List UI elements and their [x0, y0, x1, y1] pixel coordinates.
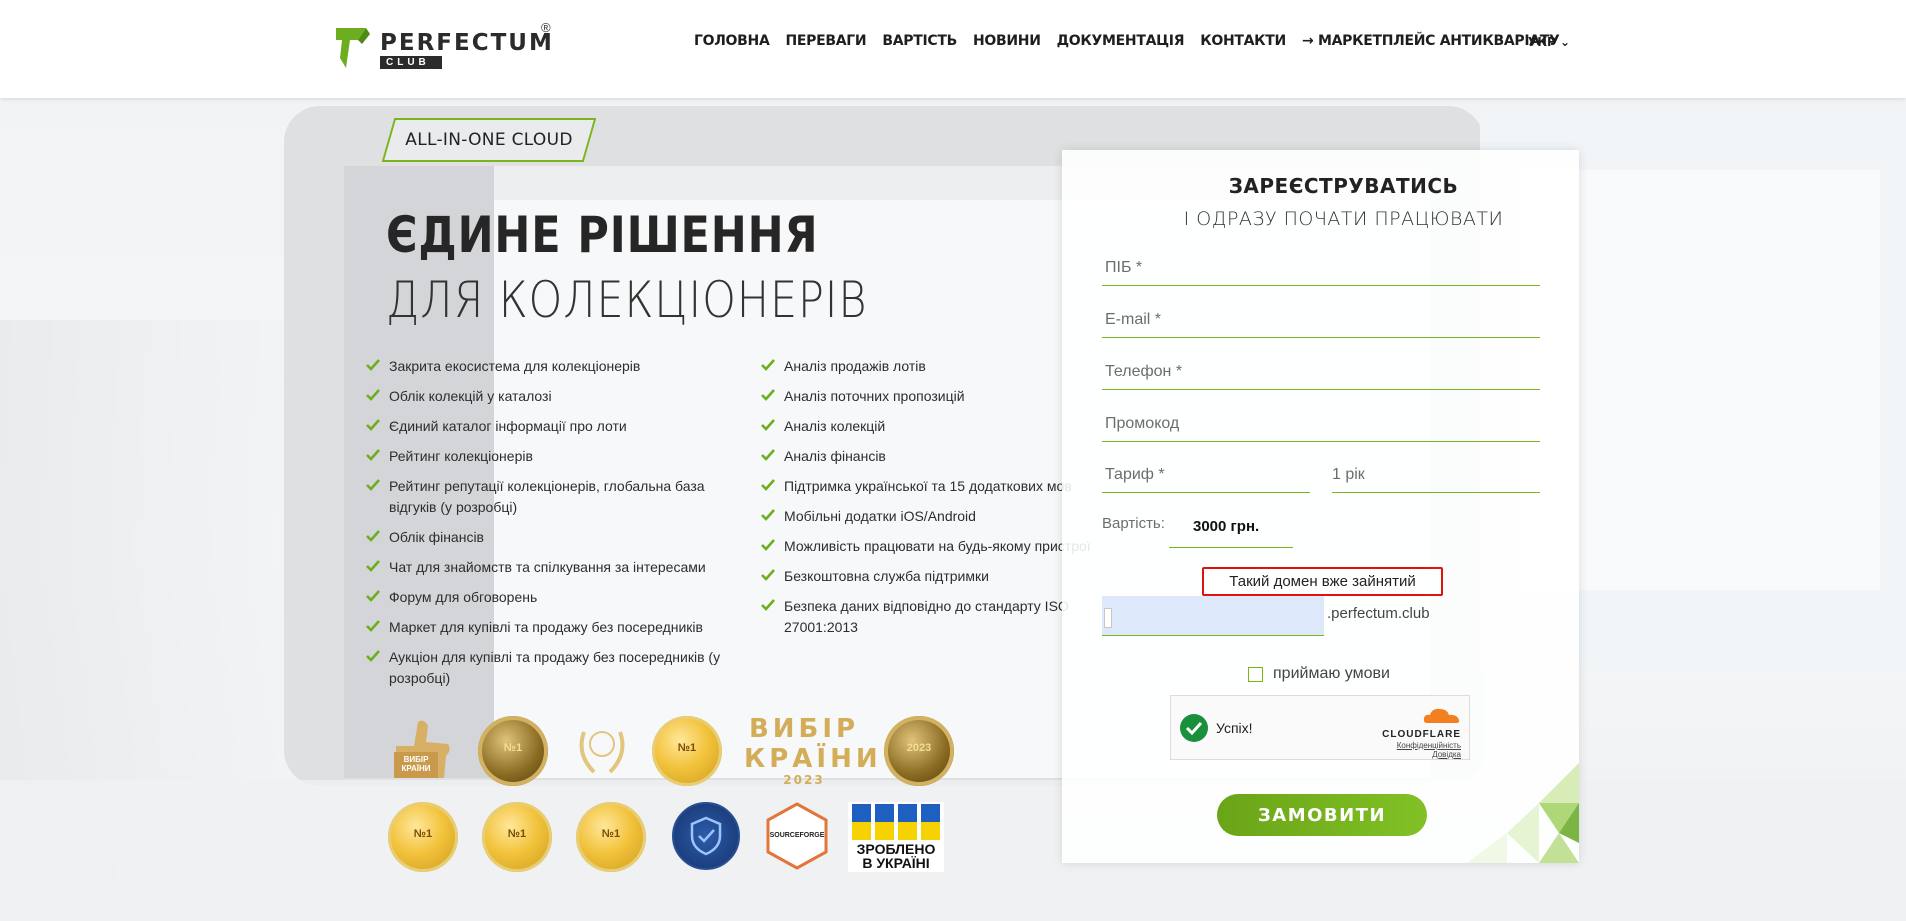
- sourceforge-badge: SOURCEFORGE: [766, 802, 828, 870]
- language-label: УКР: [1528, 35, 1556, 49]
- success-check-icon: [1180, 714, 1208, 742]
- phone-field[interactable]: [1102, 354, 1540, 389]
- captcha-help-link[interactable]: Довідка: [1382, 750, 1461, 759]
- period-field-wrap: [1332, 457, 1540, 493]
- nav-home[interactable]: ГОЛОВНА: [694, 33, 770, 53]
- terms-checkbox[interactable]: [1248, 666, 1263, 682]
- email-field-wrap: [1102, 302, 1540, 338]
- terms-label: приймаю умови: [1273, 665, 1390, 682]
- award-medal: №1: [652, 716, 722, 786]
- nav-news[interactable]: НОВИНИ: [973, 33, 1041, 53]
- check-icon: [761, 389, 775, 401]
- phone-field-wrap: [1102, 354, 1540, 390]
- price-value: 3000 грн.: [1169, 506, 1293, 548]
- registered-mark: ®: [541, 20, 551, 35]
- registration-form: ЗАРЕЄСТРУВАТИСЬ І ОДРАЗУ ПОЧАТИ ПРАЦЮВАТ…: [1062, 150, 1579, 863]
- domain-input[interactable]: [1102, 596, 1324, 636]
- feature-item: Облік колекцій у каталозі: [365, 386, 735, 407]
- feature-item: Аукціон для купівлі та продажу без посер…: [365, 647, 735, 689]
- period-select[interactable]: [1332, 457, 1540, 492]
- nav-marketplace[interactable]: → МАРКЕТПЛЕЙС АНТИКВАРІАТУ: [1302, 33, 1560, 53]
- language-selector[interactable]: УКР ⌄: [1528, 35, 1570, 49]
- cloudflare-logo: CLOUDFLARE Конфіденційність Довідка: [1382, 706, 1461, 759]
- form-title: ЗАРЕЄСТРУВАТИСЬ: [1228, 174, 1459, 198]
- check-icon: [366, 530, 380, 542]
- cloud-icon: [1423, 708, 1460, 723]
- award-thumb-badge: ВИБІР КРАЇНИ: [388, 716, 454, 784]
- feature-item: Чат для знайомств та спілкування за інте…: [365, 557, 735, 578]
- feature-item: Облік фінансів: [365, 527, 735, 548]
- site-header: PERFECTUM ® CLUB ГОЛОВНА ПЕРЕВАГИ ВАРТІС…: [0, 0, 1906, 98]
- award-medal: №1: [478, 716, 548, 786]
- check-icon: [366, 449, 380, 461]
- logo[interactable]: PERFECTUM ® CLUB: [336, 20, 556, 74]
- chevron-down-icon: ⌄: [1560, 35, 1571, 49]
- logo-text: PERFECTUM: [380, 30, 554, 56]
- logo-mark-icon: [336, 28, 370, 68]
- feature-item: Закрита екосистема для колекціонерів: [365, 356, 735, 377]
- award-thumb-label: ВИБІР КРАЇНИ: [401, 755, 431, 773]
- shield-icon: [672, 802, 740, 870]
- check-icon: [761, 359, 775, 371]
- feature-item: Рейтинг репутації колекціонерів, глобаль…: [365, 476, 735, 518]
- award-medal: №1: [576, 802, 646, 872]
- text-cursor: [1104, 608, 1112, 628]
- terms-checkbox-row[interactable]: приймаю умови: [1248, 665, 1390, 683]
- form-subtitle: І ОДРАЗУ ПОЧАТИ ПРАЦЮВАТИ: [1183, 208, 1504, 230]
- tariff-field-wrap: [1102, 457, 1310, 493]
- award-medal: 2023: [884, 716, 954, 786]
- badge-label: ALL-IN-ONE CLOUD: [405, 130, 573, 150]
- award-medal: №1: [482, 802, 552, 872]
- main-nav: ГОЛОВНА ПЕРЕВАГИ ВАРТІСТЬ НОВИНИ ДОКУМЕН…: [694, 33, 1576, 53]
- check-icon: [761, 479, 775, 491]
- award-medal: №1: [388, 802, 458, 872]
- captcha-status: Успіх!: [1216, 720, 1253, 736]
- check-icon: [761, 419, 775, 431]
- domain-error-message: Такий домен вже зайнятий: [1202, 567, 1443, 596]
- tariff-select[interactable]: [1102, 457, 1310, 492]
- name-field-wrap: [1102, 250, 1540, 286]
- promo-field-wrap: [1102, 406, 1540, 442]
- nav-docs[interactable]: ДОКУМЕНТАЦІЯ: [1057, 33, 1185, 53]
- award-wreath: [572, 714, 632, 788]
- green-triangles-decoration: [1467, 763, 1579, 863]
- feature-item: Форум для обговорень: [365, 587, 735, 608]
- check-icon: [761, 449, 775, 461]
- name-field[interactable]: [1102, 250, 1540, 285]
- price-label: Вартість:: [1102, 515, 1165, 532]
- nav-pricing[interactable]: ВАРТІСТЬ: [882, 33, 957, 53]
- logo-club: CLUB: [380, 56, 442, 69]
- made-in-ukraine-badge: ЗРОБЛЕНО В УКРАЇНІ: [848, 802, 944, 872]
- check-icon: [761, 509, 775, 521]
- check-icon: [366, 359, 380, 371]
- check-icon: [366, 650, 380, 662]
- check-icon: [366, 479, 380, 491]
- award-vybir-krainy: ВИБІР КРАЇНИ 2023: [744, 714, 882, 787]
- check-icon: [366, 419, 380, 431]
- features-list-left: Закрита екосистема для колекціонерів Обл…: [365, 356, 735, 698]
- order-button[interactable]: ЗАМОВИТИ: [1217, 794, 1427, 836]
- feature-item: Єдиний каталог інформації про лоти: [365, 416, 735, 437]
- email-field[interactable]: [1102, 302, 1540, 337]
- captcha-privacy-link[interactable]: Конфіденційність: [1382, 741, 1461, 750]
- check-icon: [366, 389, 380, 401]
- nav-contacts[interactable]: КОНТАКТИ: [1200, 33, 1286, 53]
- promo-field[interactable]: [1102, 406, 1540, 441]
- check-icon: [366, 620, 380, 632]
- check-icon: [366, 590, 380, 602]
- check-icon: [761, 569, 775, 581]
- check-icon: [761, 599, 775, 611]
- check-icon: [761, 539, 775, 551]
- feature-item: Маркет для купівлі та продажу без посере…: [365, 617, 735, 638]
- hero-title: ЄДИНЕ РІШЕННЯ: [386, 206, 819, 264]
- domain-suffix: .perfectum.club: [1327, 605, 1430, 622]
- check-icon: [366, 560, 380, 572]
- nav-advantages[interactable]: ПЕРЕВАГИ: [785, 33, 866, 53]
- hero-subtitle: ДЛЯ КОЛЕКЦІОНЕРІВ: [386, 271, 868, 329]
- feature-item: Рейтинг колекціонерів: [365, 446, 735, 467]
- sourceforge-label: SOURCEFORGE: [769, 832, 825, 839]
- cloudflare-captcha[interactable]: Успіх! CLOUDFLARE Конфіденційність Довід…: [1170, 695, 1470, 760]
